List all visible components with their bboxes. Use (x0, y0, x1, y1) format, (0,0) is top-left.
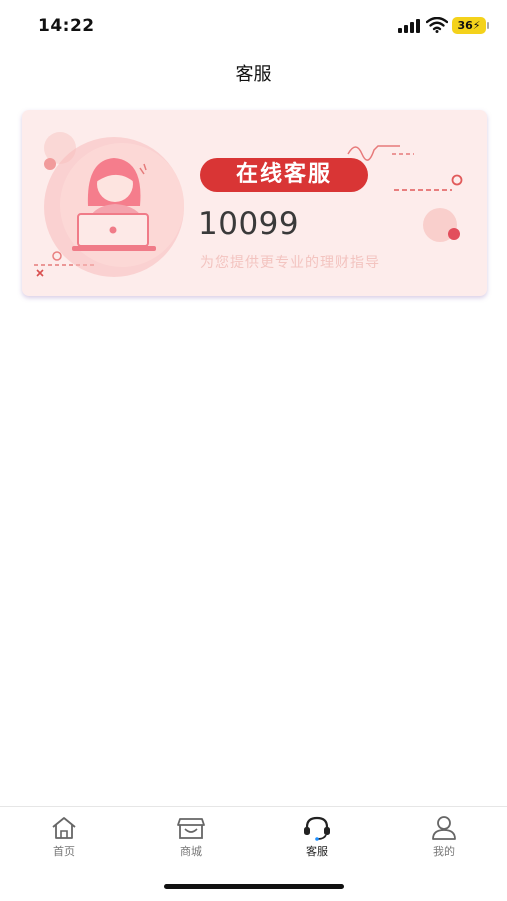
service-phone-number[interactable]: 10099 (198, 206, 299, 242)
user-icon (432, 816, 456, 840)
page-title: 客服 (235, 64, 272, 85)
customer-service-card[interactable]: 在线客服 10099 为您提供更专业的理财指导 (22, 110, 487, 296)
headset-icon (304, 816, 330, 841)
battery-icon: 36⚡ (452, 17, 486, 34)
tab-home-label: 首页 (53, 845, 75, 858)
online-service-badge: 在线客服 (200, 158, 368, 192)
home-indicator (164, 884, 344, 889)
tab-shop-label: 商城 (180, 845, 202, 858)
status-bar: 14:22 36⚡ (0, 0, 507, 52)
wifi-icon (426, 17, 448, 33)
tab-customer-service-label: 客服 (306, 845, 328, 858)
tab-home[interactable]: 首页 (14, 815, 114, 865)
service-subtitle: 为您提供更专业的理财指导 (200, 255, 380, 271)
battery-cap (487, 22, 489, 29)
signal-icon (398, 19, 420, 33)
battery-level: 36 (457, 19, 473, 32)
home-icon (52, 817, 76, 839)
shop-icon (177, 818, 205, 839)
tab-shop[interactable]: 商城 (141, 815, 241, 865)
tab-profile-label: 我的 (433, 845, 455, 858)
status-time: 14:22 (38, 16, 95, 36)
tab-profile[interactable]: 我的 (394, 815, 494, 865)
tab-customer-service[interactable]: 客服 (267, 815, 367, 865)
